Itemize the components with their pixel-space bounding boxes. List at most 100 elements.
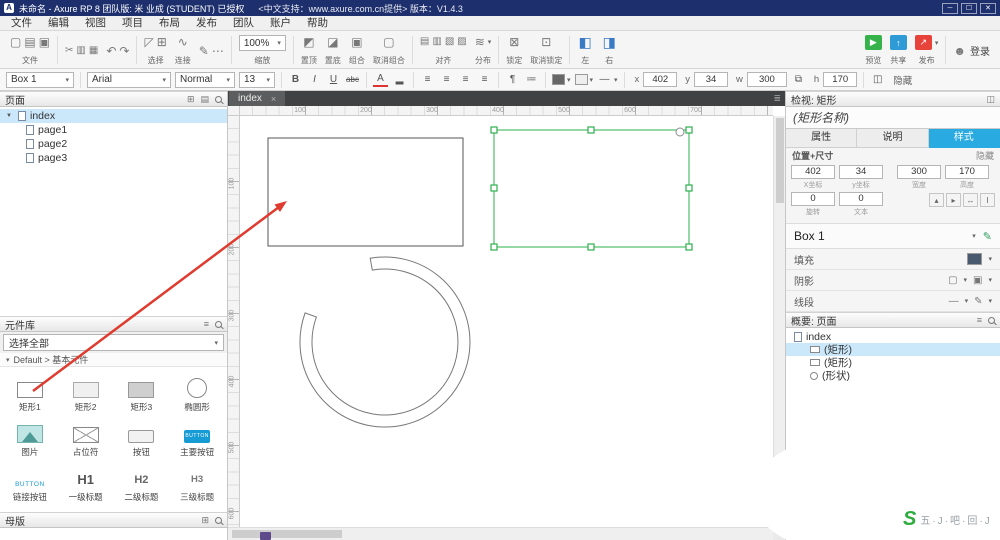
resize-handle-se[interactable]: [685, 243, 693, 251]
highlight-button[interactable]: ▂: [392, 72, 407, 88]
filter-icon[interactable]: ≡: [977, 315, 982, 325]
bold-button[interactable]: B: [288, 72, 303, 88]
pen-icon[interactable]: ✎: [199, 44, 209, 58]
preview-button[interactable]: ▶ 预览: [861, 33, 886, 67]
tab-index[interactable]: index ×: [229, 91, 286, 106]
outline-item-rect-selected[interactable]: (矩形): [786, 343, 1000, 356]
widget-button[interactable]: 按钮: [114, 416, 170, 461]
align-bottom-icon[interactable]: ▨: [457, 35, 466, 49]
search-icon[interactable]: [988, 316, 995, 324]
resize-handle-s[interactable]: [587, 243, 595, 251]
widget-rect3[interactable]: 矩形3: [114, 371, 170, 416]
outline-item-rect[interactable]: (矩形): [786, 356, 1000, 369]
edit-style-icon[interactable]: ✎: [983, 230, 992, 243]
select-intersect-icon[interactable]: ◸: [144, 35, 153, 49]
insp-w-input[interactable]: 300: [897, 165, 941, 179]
widget-rect2[interactable]: 矩形2: [58, 371, 114, 416]
ungroup-button[interactable]: ▢ 取消组合: [369, 33, 409, 67]
widget-primary-button[interactable]: BUTTON 主要按钮: [169, 416, 225, 461]
underline-button[interactable]: U: [326, 72, 341, 88]
selected-rectangle[interactable]: [490, 126, 693, 251]
text-align-left-button[interactable]: ≡: [420, 72, 435, 88]
page-item-page3[interactable]: page3: [0, 151, 227, 165]
strikethrough-button[interactable]: abc: [345, 72, 360, 88]
outer-shadow-icon[interactable]: ▢: [948, 275, 957, 286]
hidden-toggle[interactable]: 隐藏: [976, 149, 994, 162]
flip-vertical-button[interactable]: ▴: [929, 193, 944, 207]
menu-team[interactable]: 团队: [225, 16, 262, 30]
search-icon[interactable]: [215, 95, 222, 103]
widget-image[interactable]: 图片: [2, 416, 58, 461]
outline-item-index[interactable]: index: [786, 330, 1000, 343]
widget-style-select[interactable]: Box 1 ▾ ✎: [786, 223, 1000, 249]
resize-handle-sw[interactable]: [490, 243, 498, 251]
line-style-icon[interactable]: ✎: [974, 296, 982, 307]
tab-notes[interactable]: 说明: [857, 129, 929, 148]
hide-icon[interactable]: ◫: [870, 72, 885, 88]
canvas-page[interactable]: [240, 116, 773, 527]
menu-account[interactable]: 账户: [262, 16, 299, 30]
menu-view[interactable]: 视图: [77, 16, 114, 30]
bring-to-front-button[interactable]: ◩ 置顶: [297, 33, 321, 67]
minimize-button[interactable]: ─: [942, 2, 958, 14]
menu-help[interactable]: 帮助: [299, 16, 336, 30]
menu-publish[interactable]: 发布: [188, 16, 225, 30]
font-weight-select[interactable]: Normal ▾: [175, 71, 235, 88]
tab-list-icon[interactable]: ≣: [773, 93, 781, 104]
outline-item-shape[interactable]: (形状): [786, 369, 1000, 382]
tab-properties[interactable]: 属性: [786, 129, 858, 148]
rotation-input[interactable]: 0: [791, 192, 835, 206]
select-contain-icon[interactable]: ⊞: [157, 35, 167, 49]
zoom-select[interactable]: 100% ▾: [238, 35, 286, 51]
fill-color-button[interactable]: ▾: [552, 74, 571, 85]
align-center-icon[interactable]: ▥: [432, 35, 441, 49]
fit-width-button[interactable]: ↔: [963, 193, 978, 207]
more-icon[interactable]: ⋯: [212, 44, 224, 58]
cut-icon[interactable]: ✂: [65, 44, 73, 58]
inner-shadow-icon[interactable]: ▣: [973, 275, 982, 286]
y-input[interactable]: 34: [694, 72, 729, 87]
resize-handle-n[interactable]: [587, 126, 595, 134]
italic-button[interactable]: I: [307, 72, 322, 88]
send-to-back-button[interactable]: ◪ 置底: [321, 33, 345, 67]
insp-y-input[interactable]: 34: [839, 165, 883, 179]
arc-shape[interactable]: [299, 256, 471, 428]
height-input[interactable]: 170: [823, 72, 858, 87]
menu-edit[interactable]: 编辑: [40, 16, 77, 30]
widget-h3[interactable]: H3 三级标题: [169, 461, 225, 506]
undo-icon[interactable]: ↶: [106, 44, 116, 58]
library-filter-select[interactable]: 选择全部 ▾: [3, 334, 224, 351]
redo-icon[interactable]: ↷: [119, 44, 129, 58]
library-section-header[interactable]: ▾ Default > 基本元件: [0, 353, 227, 367]
align-top-icon[interactable]: ▧: [445, 35, 454, 49]
widget-h1[interactable]: H1 一级标题: [58, 461, 114, 506]
publish-button[interactable]: ↗ ▾ 发布: [911, 33, 943, 67]
menu-layout[interactable]: 布局: [151, 16, 188, 30]
close-button[interactable]: ✕: [980, 2, 996, 14]
font-size-select[interactable]: 13 ▾: [239, 71, 275, 88]
page-item-index[interactable]: ▼ index: [0, 109, 227, 123]
search-icon[interactable]: [215, 320, 222, 328]
menu-project[interactable]: 项目: [114, 16, 151, 30]
widget-ellipse[interactable]: 椭圆形: [169, 371, 225, 416]
link-wh-icon[interactable]: ⧉: [791, 72, 806, 88]
fill-color-swatch[interactable]: [967, 253, 983, 265]
resize-handle-ne[interactable]: [685, 126, 693, 134]
add-folder-icon[interactable]: ⊞: [187, 94, 195, 105]
paragraph-button[interactable]: ¶: [505, 72, 520, 88]
horizontal-scroll-thumb[interactable]: [232, 530, 342, 538]
paste-icon[interactable]: ▦: [89, 44, 98, 58]
text-align-center-button[interactable]: ≡: [439, 72, 454, 88]
line-style-button[interactable]: — ▾: [597, 72, 618, 88]
group-button[interactable]: ▣ 组合: [345, 33, 369, 67]
page-item-page1[interactable]: page1: [0, 123, 227, 137]
dock-icon[interactable]: ◫: [986, 94, 995, 105]
distribute-button[interactable]: ≋ ▾ 分布: [471, 33, 496, 67]
connect-icon[interactable]: ∿: [178, 35, 188, 49]
widget-link-button[interactable]: BUTTON 链接按钮: [2, 461, 58, 506]
rectangle-widget-1[interactable]: [267, 137, 464, 247]
widget-h2[interactable]: H2 二级标题: [114, 461, 170, 506]
unlock-button[interactable]: ⊡ 取消锁定: [526, 33, 566, 67]
share-button[interactable]: ↑ 共享: [886, 33, 911, 67]
save-file-icon[interactable]: ▣: [39, 35, 50, 49]
